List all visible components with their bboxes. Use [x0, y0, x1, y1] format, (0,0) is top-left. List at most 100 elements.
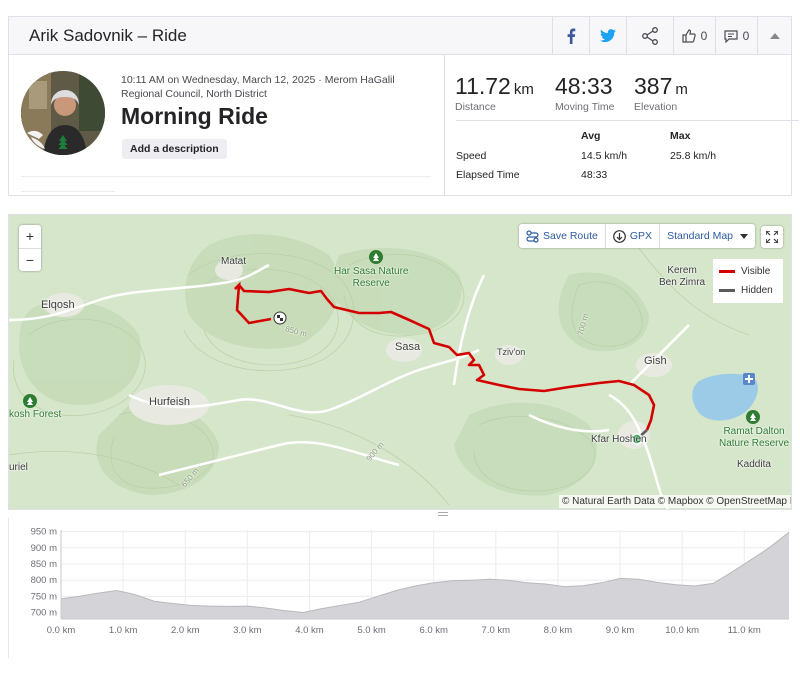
divider: [444, 55, 445, 196]
x-tick-label: 4.0 km: [295, 625, 324, 636]
share-button[interactable]: [626, 17, 673, 55]
x-tick-label: 10.0 km: [665, 625, 699, 636]
park-icon: [746, 410, 760, 424]
thumbs-up-icon: [682, 29, 696, 43]
add-description-button[interactable]: Add a description: [122, 139, 227, 159]
map-tiles: [9, 215, 791, 509]
twitter-icon: [600, 29, 616, 43]
stat-elevation-value-row: 387 m: [634, 73, 688, 100]
place-label: Matat: [221, 256, 247, 267]
x-tick-label: 3.0 km: [233, 625, 262, 636]
elapsed-time-value: 48:33: [581, 169, 608, 181]
map-resize-handle[interactable]: [438, 512, 448, 516]
x-tick-label: 11.0 km: [728, 625, 761, 636]
place-label: Hurfeish: [149, 396, 190, 408]
y-tick-label: 950 m: [31, 527, 57, 538]
page-title: Arik Sadovnik – Ride: [29, 26, 187, 45]
share-icon: [642, 27, 658, 45]
x-tick-label: 0.0 km: [47, 625, 76, 636]
route-icon: [526, 229, 539, 243]
divider: [456, 120, 799, 121]
x-tick-label: 5.0 km: [357, 625, 386, 636]
place-label: Sasa: [395, 341, 421, 353]
activity-card: Arik Sadovnik – Ride 0 0 10:11 AM on Wed…: [8, 16, 799, 196]
athlete-avatar[interactable]: [21, 71, 105, 155]
x-tick-label: 7.0 km: [482, 625, 511, 636]
stat-distance-value-row: 11.72 km: [455, 73, 534, 100]
table-header-avg: Avg: [581, 130, 601, 142]
place-label: Kaddita: [737, 459, 771, 470]
save-route-button[interactable]: Save Route: [519, 224, 605, 248]
activity-name: Morning Ride: [121, 103, 268, 129]
legend-hidden[interactable]: Hidden: [719, 285, 773, 296]
twitter-share-button[interactable]: [589, 17, 626, 55]
legend-hidden-swatch: [719, 289, 735, 292]
route-map[interactable]: Matat Elqosh Sasa Tziv'on Gish Kerem Ben…: [8, 214, 792, 510]
collapse-button[interactable]: [757, 17, 791, 55]
legend-hidden-label: Hidden: [741, 285, 773, 296]
map-style-select[interactable]: Standard Map: [659, 224, 755, 248]
x-tick-label: 9.0 km: [606, 625, 635, 636]
x-tick-label: 6.0 km: [419, 625, 448, 636]
stat-distance: 11.72 km Distance: [455, 73, 534, 113]
fullscreen-icon: [766, 231, 778, 243]
legend-visible[interactable]: Visible: [719, 266, 770, 277]
legend-visible-swatch: [719, 270, 735, 273]
stat-elevation-value: 387: [634, 73, 673, 99]
stat-distance-label: Distance: [455, 101, 496, 113]
zoom-out-button[interactable]: −: [19, 248, 41, 271]
route-legend: Visible Hidden: [713, 259, 783, 303]
speed-label: Speed: [456, 150, 487, 162]
legend-visible-label: Visible: [741, 266, 771, 277]
gpx-label: GPX: [629, 230, 653, 242]
zoom-control: + −: [19, 225, 41, 271]
stat-elevation: 387 m Elevation: [634, 73, 688, 113]
place-label: Elqosh: [41, 299, 75, 311]
speed-max: 25.8 km/h: [670, 150, 717, 162]
park-label: Ramat Dalton Nature Reserve: [719, 426, 790, 449]
title-bar: Arik Sadovnik – Ride 0 0: [9, 17, 791, 55]
facebook-share-button[interactable]: [552, 17, 589, 55]
table-header-max: Max: [670, 130, 691, 142]
download-icon: [612, 229, 626, 243]
activity-meta: 10:11 AM on Wednesday, March 12, 2025 · …: [121, 74, 395, 100]
stat-distance-value: 11.72: [455, 73, 511, 99]
stat-moving-time-label: Moving Time: [555, 101, 615, 113]
place-label: Tziv'on: [497, 347, 526, 357]
stat-moving-time: 48:33 Moving Time: [555, 73, 615, 113]
zoom-in-button[interactable]: +: [19, 225, 41, 248]
stat-moving-time-value: 48:33: [555, 73, 613, 99]
map-toolbar: Save Route GPX Standard Map: [519, 224, 756, 248]
stat-elevation-unit: m: [675, 81, 688, 98]
x-tick-label: 1.0 km: [109, 625, 138, 636]
hospital-icon: [743, 373, 755, 385]
speed-avg: 14.5 km/h: [581, 150, 628, 162]
comments-button[interactable]: 0: [715, 17, 757, 55]
park-label: kosh Forest: [9, 409, 62, 420]
gpx-download-button[interactable]: GPX: [604, 224, 659, 248]
kudos-button[interactable]: 0: [673, 17, 715, 55]
elapsed-time-label: Elapsed Time: [456, 169, 520, 181]
place-label: Kfar Hoshen: [591, 434, 647, 445]
comment-icon: [724, 29, 738, 43]
park-icon: [23, 394, 37, 408]
kudos-count: 0: [700, 29, 708, 43]
place-label: Kerem Ben Zimra: [659, 265, 706, 288]
map-style-label: Standard Map: [667, 230, 734, 242]
y-tick-label: 900 m: [31, 543, 57, 554]
divider: [21, 191, 115, 192]
stat-elevation-label: Elevation: [634, 101, 678, 113]
map-attribution[interactable]: © Natural Earth Data © Mapbox © OpenStre…: [559, 495, 791, 508]
place-label: uriel: [9, 462, 28, 473]
elevation-chart[interactable]: 950 m 900 m 850 m 800 m 750 m 700 m 0.0 km 1.0 …: [8, 518, 792, 658]
y-tick-label: 800 m: [31, 575, 57, 586]
divider: [21, 176, 431, 177]
avatar-photo: [21, 71, 105, 155]
elevation-area: [61, 532, 789, 619]
fullscreen-button[interactable]: [761, 226, 783, 248]
elevation-chart-svg: 950 m 900 m 850 m 800 m 750 m 700 m 0.0 km 1.0 …: [31, 527, 790, 636]
y-tick-label: 700 m: [31, 608, 57, 619]
caret-up-icon: [769, 33, 780, 39]
x-tick-label: 8.0 km: [544, 625, 573, 636]
chevron-down-icon: [740, 233, 749, 239]
